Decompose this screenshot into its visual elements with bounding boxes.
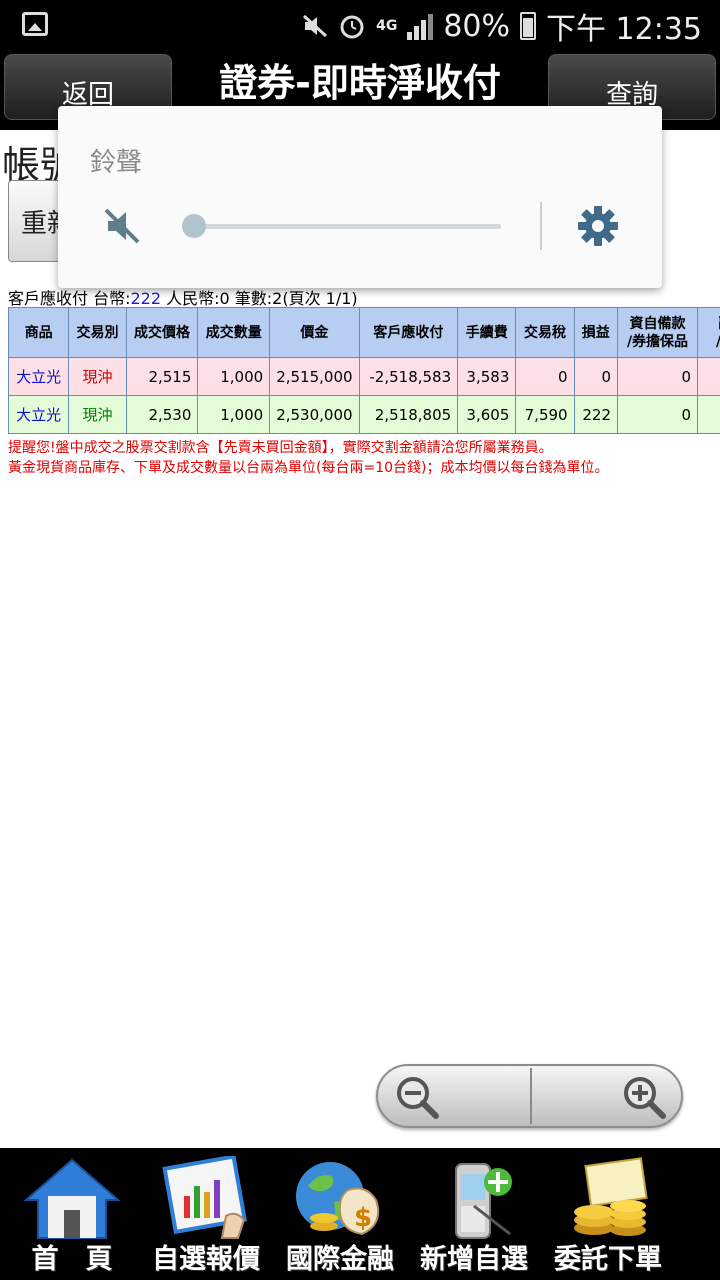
status-bar: 4G 80% 下午 12:35 (0, 0, 720, 50)
cell-trade-type: 現沖 (68, 357, 127, 396)
cell-fee: 3,605 (457, 395, 517, 434)
clock: 下午 12:35 (546, 12, 702, 47)
col-header-trade-type: 交易別 (68, 307, 127, 358)
transactions-table: 商品 交易別 成交價格 成交數量 價金 客戶應收付 手續費 交易稅 損益 資自備… (8, 307, 720, 434)
nav-place-order-label: 委託下單 (554, 1244, 662, 1275)
summary-twd-value: 222 (130, 289, 162, 308)
divider (540, 202, 542, 250)
col-header-quantity: 成交數量 (197, 307, 271, 358)
cell-net: 2,518,805 (358, 395, 459, 434)
battery-percent: 80% (443, 8, 510, 44)
cell-margin: 0 (617, 395, 698, 434)
mute-status-icon (303, 14, 328, 38)
col-header-margin: 資自備款 /券擔保品 (617, 307, 698, 358)
ringer-mute-icon[interactable] (102, 206, 142, 246)
summary-rest: 人民幣:0 筆數:2(頁次 1/1) (161, 289, 358, 308)
transactions-table-wrap[interactable]: 商品 交易別 成交價格 成交數量 價金 客戶應收付 手續費 交易稅 損益 資自備… (8, 307, 720, 434)
nav-home[interactable]: 首 頁 (6, 1148, 138, 1280)
zoom-out-icon[interactable] (394, 1074, 440, 1120)
gallery-notification-icon (22, 12, 48, 36)
page-title: 證券-即時淨收付 (219, 61, 501, 105)
nav-watchlist-quotes[interactable]: 自選報價 (140, 1148, 272, 1280)
cell-amount: 2,530,000 (269, 395, 360, 434)
col-header-product: 商品 (8, 307, 70, 358)
table-header-row: 商品 交易別 成交價格 成交數量 價金 客戶應收付 手續費 交易稅 損益 資自備… (8, 307, 720, 358)
zoom-control (376, 1064, 683, 1128)
nav-international-finance-label: 國際金融 (286, 1244, 394, 1275)
cell-tax: 0 (515, 357, 575, 396)
gear-icon[interactable] (576, 204, 620, 248)
cell-margin: 0 (617, 357, 698, 396)
zoom-divider (530, 1068, 532, 1124)
network-type-indicator: 4G (376, 18, 398, 34)
cell-financing (697, 357, 720, 396)
cell-amount: 2,515,000 (269, 357, 360, 396)
col-header-pnl: 損益 (573, 307, 619, 358)
summary-line: 客戶應收付 台幣:222 人民幣:0 筆數:2(頁次 1/1) (8, 285, 358, 309)
cell-quantity: 1,000 (197, 357, 271, 396)
cell-trade-type: 現沖 (68, 395, 127, 434)
col-header-net: 客戶應收付 (358, 307, 459, 358)
table-row[interactable]: 大立光 現沖 2,530 1,000 2,530,000 2,518,805 3… (8, 395, 720, 434)
col-header-fee: 手續費 (457, 307, 517, 358)
summary-prefix: 客戶應收付 台幣: (8, 289, 131, 308)
col-header-price: 成交價格 (125, 307, 199, 358)
note-settlement: 提醒您!盤中成交之股票交割款含【先賣未買回金額】，實際交割金額請洽您所屬業務員。 (8, 440, 553, 456)
cell-pnl: 0 (573, 357, 619, 396)
home-icon (23, 1158, 121, 1239)
zoom-in-icon[interactable] (621, 1074, 667, 1120)
volume-popup-title: 鈴聲 (90, 148, 143, 178)
nav-place-order[interactable]: 委託下單 (542, 1148, 674, 1280)
svg-text:$: $ (354, 1203, 372, 1233)
coins-icon (574, 1157, 648, 1236)
volume-popup: 鈴聲 (58, 106, 662, 288)
cell-price: 2,515 (125, 357, 199, 396)
globe-money-icon: $ (296, 1162, 380, 1236)
cell-quantity: 1,000 (197, 395, 271, 434)
col-header-financing: 融資 /券保 (697, 307, 720, 358)
cell-net: -2,518,583 (358, 357, 459, 396)
battery-icon (520, 12, 536, 40)
cell-pnl: 222 (573, 395, 619, 434)
col-header-amount: 價金 (269, 307, 360, 358)
col-header-tax: 交易稅 (515, 307, 575, 358)
volume-slider-thumb[interactable] (182, 214, 206, 238)
nav-home-label: 首 頁 (31, 1244, 113, 1275)
signal-strength-icon (407, 12, 434, 40)
cell-price: 2,530 (125, 395, 199, 434)
table-row[interactable]: 大立光 現沖 2,515 1,000 2,515,000 -2,518,583 … (8, 357, 720, 396)
alarm-icon (340, 15, 364, 39)
nav-watchlist-quotes-label: 自選報價 (152, 1244, 260, 1275)
cell-financing (697, 395, 720, 434)
cell-fee: 3,583 (457, 357, 517, 396)
notes: 提醒您!盤中成交之股票交割款含【先賣未買回金額】，實際交割金額請洽您所屬業務員。… (8, 438, 720, 478)
cell-product: 大立光 (8, 357, 70, 396)
cell-tax: 7,590 (515, 395, 575, 434)
phone-add-icon (455, 1163, 512, 1239)
nav-add-watchlist-label: 新增自選 (420, 1244, 528, 1275)
note-gold-units: 黃金現貨商品庫存、下單及成交數量以台兩為單位(每台兩=10台錢)；成本均價以每台… (8, 460, 609, 476)
bottom-nav: 首 頁 自選報價 $ 國際金融 新增自選 委託下單 (0, 1148, 720, 1280)
nav-add-watchlist[interactable]: 新增自選 (408, 1148, 540, 1280)
cell-product: 大立光 (8, 395, 70, 434)
chart-icon (162, 1156, 248, 1239)
nav-international-finance[interactable]: $ 國際金融 (274, 1148, 406, 1280)
volume-slider-track[interactable] (194, 224, 501, 229)
